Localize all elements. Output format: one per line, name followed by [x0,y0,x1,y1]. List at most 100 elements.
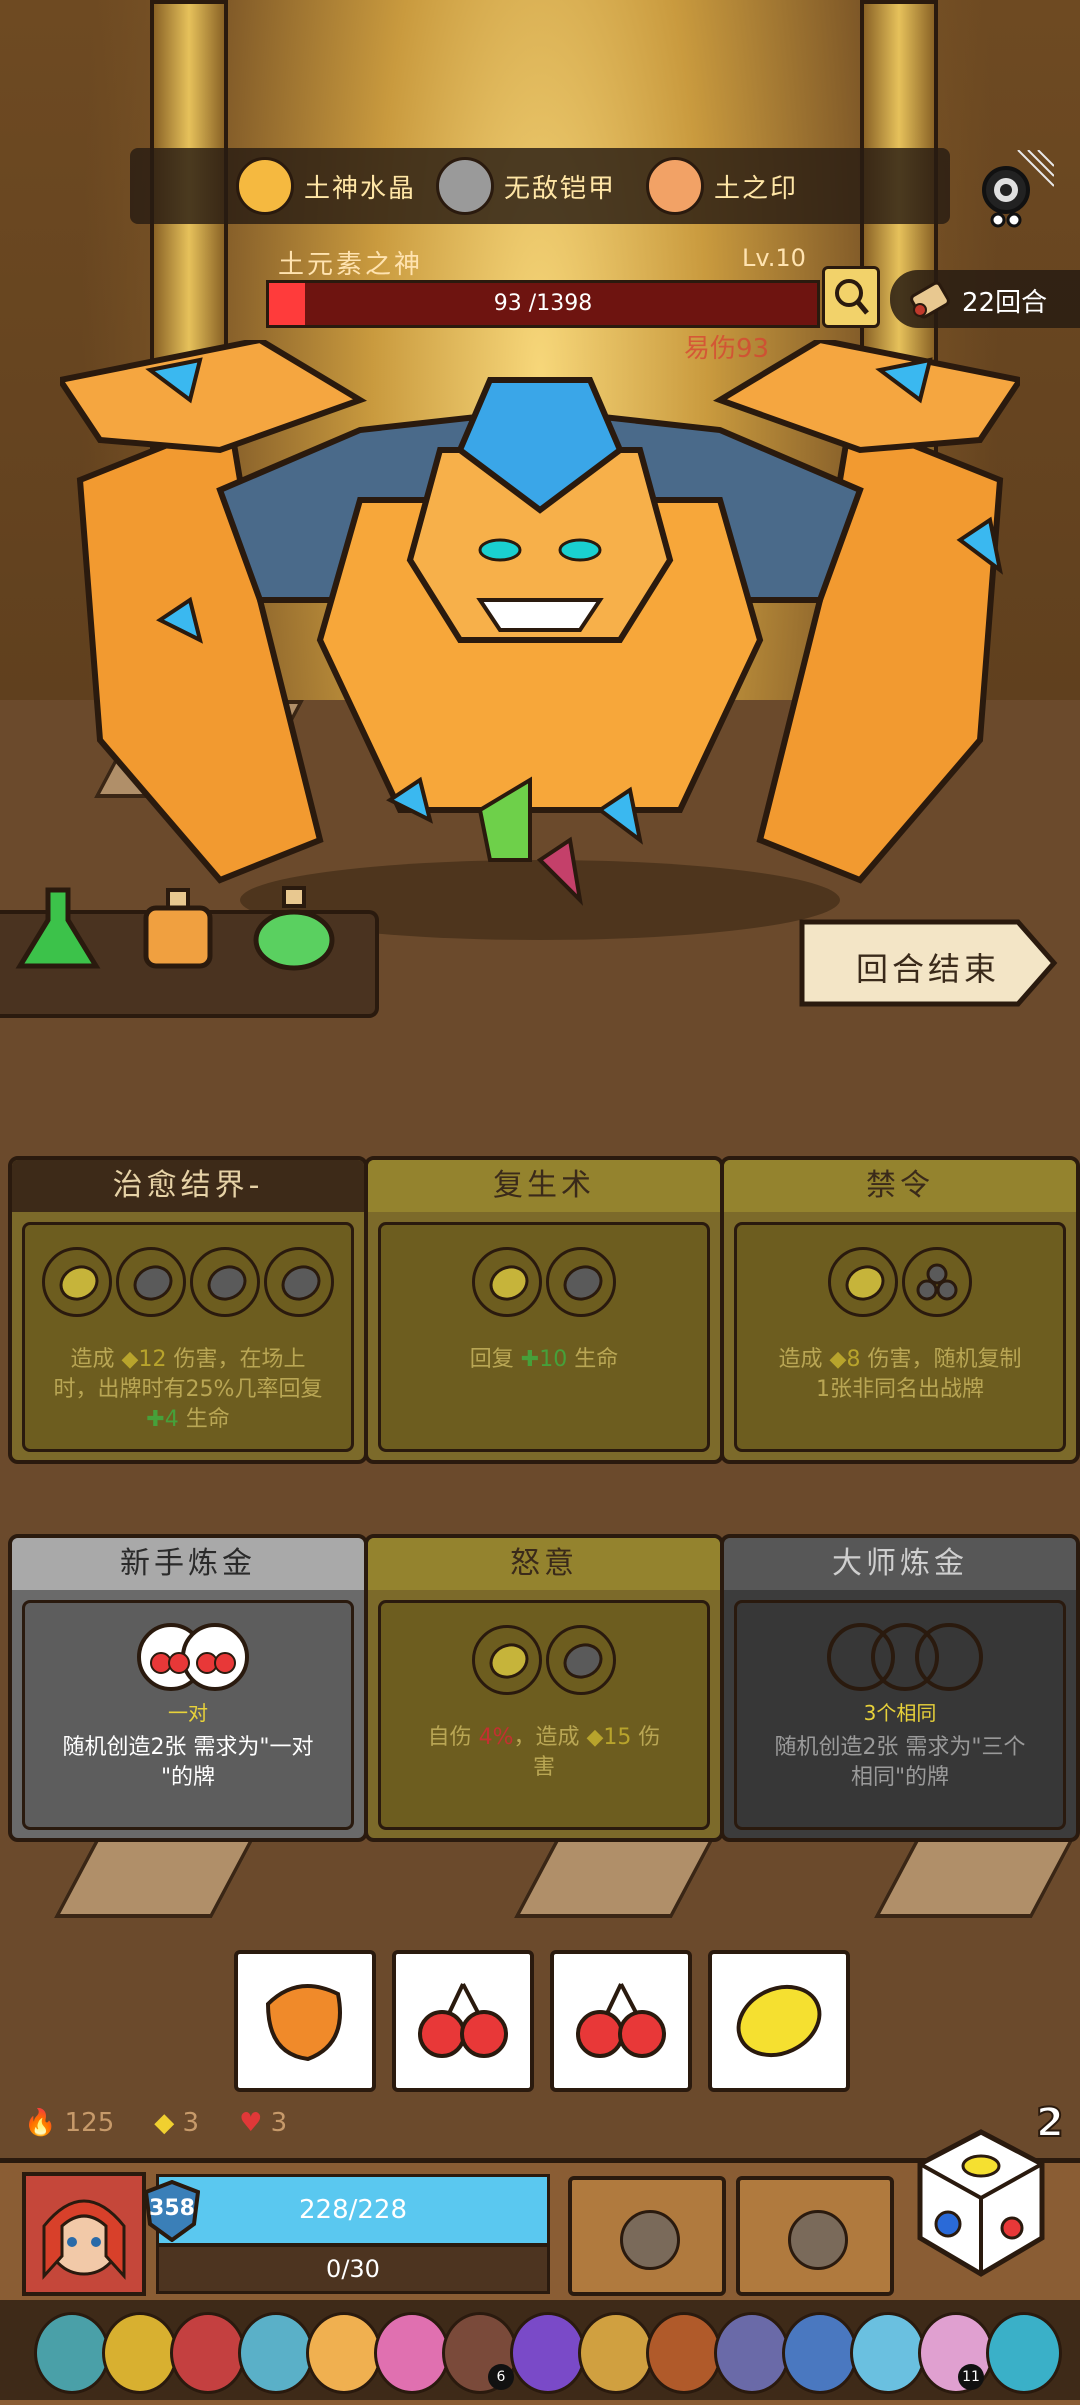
diamond-icon: ◆ [829,1347,847,1372]
trophy-relic-icon[interactable] [102,2312,178,2394]
card-description: 随机创造2张 需求为"一对 "的牌 [33,1733,343,1793]
card-rage[interactable]: 怒意 自伤 4%，造成 ◆15 伤 害 [364,1534,724,1842]
text: ，造成 [513,1725,580,1750]
card-body: 造成 ◆12 伤害，在场上 时，出牌时有25%几率回复 ✚4 生命 [22,1222,354,1452]
gauntlet-relic-icon[interactable] [714,2312,790,2394]
diamond-stat: ◆ 3 [154,2108,199,2138]
chili-relic-icon[interactable] [170,2312,246,2394]
card-body: 3个相同 随机创造2张 需求为"三个 相同"的牌 [734,1600,1066,1830]
relic-label: 土神水晶 [304,173,417,204]
gem-relic-icon[interactable] [850,2312,926,2394]
pair-slots-icon [137,1623,249,1691]
relic-earth-crystal[interactable]: 土神水晶 [236,157,417,215]
green-flask-icon[interactable] [12,880,104,980]
dice-slots [25,1247,351,1317]
magnifier-icon [835,279,869,315]
cherry-icon [576,1983,666,2058]
card-body: 造成 ◆8 伤害，随机复制 1张非同名出战牌 [734,1222,1066,1452]
player-xp-text: 0/30 [326,2255,380,2283]
cube-relic-icon[interactable] [986,2312,1062,2394]
damage-value: 15 [603,1725,632,1750]
turn-counter: 22回合 [890,270,1080,328]
lemon-icon [53,1259,105,1307]
dice-slots [381,1625,707,1695]
diamond-icon: ◆ [586,1725,604,1750]
text: 随机创造2张 需求为"三个 [774,1735,1026,1760]
slot-empty [116,1247,186,1317]
dice-slots [381,1247,707,1317]
relic-label: 无敌铠甲 [504,173,617,204]
heal-value: 4 [164,1407,179,1432]
player-xp-bar: 0/30 [156,2244,550,2294]
text: 生命 [574,1347,619,1372]
skull-icon [788,2210,848,2270]
equipment-slot-2[interactable] [736,2176,894,2296]
heart-icon: ♥ [239,2108,263,2138]
text: "的牌 [160,1765,216,1790]
grey-lemon-icon [557,1259,609,1307]
crystal-cluster-icon [236,157,294,215]
diamond-icon: ◆ [121,1347,139,1372]
lemon-icon [483,1637,535,1685]
text: 伤 [638,1725,661,1750]
cherry-icon [418,1983,508,2058]
slot-empty [264,1247,334,1317]
card-body: 回复 ✚10 生命 [378,1222,710,1452]
relic-invincible-armor[interactable]: 无敌铠甲 [436,157,617,215]
turn-count-label: 22回合 [962,288,1048,318]
requirement-label: 3个相同 [863,1701,937,1725]
text: 造成 [778,1347,823,1372]
slot-lemon [828,1247,898,1317]
heart-stat: ♥ 3 [239,2108,287,2138]
card-description: 造成 ◆12 伤害，在场上 时，出牌时有25%几率回复 ✚4 生命 [33,1345,343,1435]
text: 回复 [469,1347,514,1372]
roll-dice-button[interactable] [916,2128,1046,2278]
inspect-boss-button[interactable] [822,266,880,328]
grey-lemon-icon [275,1259,327,1307]
eye-relic-icon[interactable] [306,2312,382,2394]
earth-elemental-boss[interactable] [60,340,1020,960]
relic-earth-seal[interactable]: 土之印 [646,157,799,215]
diamond-value: 3 [182,2108,200,2138]
player-avatar[interactable] [22,2172,146,2296]
slot-triple [902,1247,972,1317]
hat-relic-icon[interactable] [510,2312,586,2394]
dice-slots [737,1247,1063,1317]
claw-relic-icon[interactable] [578,2312,654,2394]
shirt-relic-icon[interactable] [782,2312,858,2394]
die-cherry[interactable] [550,1950,692,2092]
shield-value: 358 [149,2196,195,2221]
relic-count-badge: 11 [958,2364,984,2390]
settings-gear-icon[interactable] [958,150,1054,246]
fire-stat: 🔥 125 [24,2108,114,2138]
card-title: 禁令 [724,1160,1076,1212]
orange-bottle-icon[interactable] [132,880,224,980]
equipment-slot-1[interactable] [568,2176,726,2296]
damage-value: 12 [138,1347,167,1372]
card-description: 回复 ✚10 生命 [389,1345,699,1375]
compass-relic-icon[interactable] [34,2312,110,2394]
card-healing-barrier[interactable]: 治愈结界- 造成 ◆12 伤害，在场上 时，出牌时有25%几率回复 ✚4 生命 [8,1156,368,1464]
player-stats-row: 🔥 125 ◆ 3 ♥ 3 [24,2108,287,2138]
relic-label: 土之印 [714,173,799,204]
card-prohibition[interactable]: 禁令 造成 ◆8 伤害，随机复制 1张非同名出战牌 [720,1156,1080,1464]
end-turn-button[interactable]: 回合结束 [798,916,1058,1010]
die-mango[interactable] [234,1950,376,2092]
die-cherry[interactable] [392,1950,534,2092]
hero-portrait-icon [42,2199,126,2280]
triple-circle-icon [916,1263,958,1301]
grey-lemon-icon [201,1259,253,1307]
flower-relic-icon[interactable] [374,2312,450,2394]
die-lemon[interactable] [708,1950,850,2092]
text: 1张非同名出战牌 [816,1377,984,1402]
card-resurrection[interactable]: 复生术 回复 ✚10 生命 [364,1156,724,1464]
card-body: 一对 随机创造2张 需求为"一对 "的牌 [22,1600,354,1830]
card-description: 随机创造2张 需求为"三个 相同"的牌 [745,1733,1055,1793]
clock-relic-icon[interactable] [238,2312,314,2394]
card-novice-alchemy[interactable]: 新手炼金 一对 随机创造2张 需求为"一对 "的牌 [8,1534,368,1842]
shield-relic-icon[interactable] [646,2312,722,2394]
card-master-alchemy[interactable]: 大师炼金 3个相同 随机创造2张 需求为"三个 相同"的牌 [720,1534,1080,1842]
green-bottle-icon[interactable] [248,880,340,980]
text: 害 [532,1755,555,1780]
requirement-label: 一对 [168,1701,208,1725]
